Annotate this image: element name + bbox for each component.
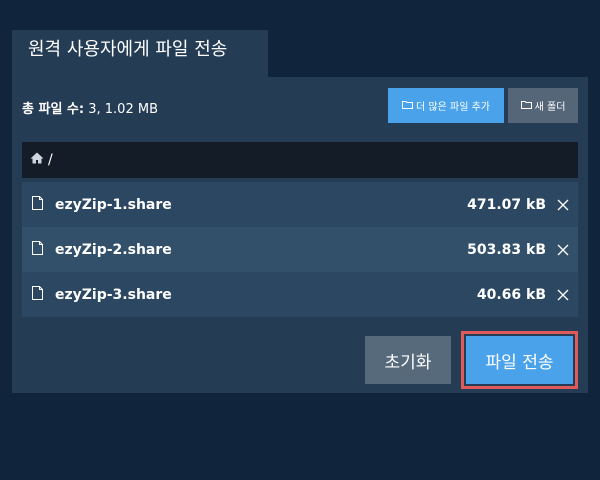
file-row[interactable]: ezyZip-1.share 471.07 kB [22, 182, 578, 227]
folder-icon [402, 100, 414, 112]
file-icon [32, 285, 43, 304]
file-size: 471.07 kB [467, 196, 546, 213]
current-path: / [48, 152, 53, 168]
close-icon[interactable] [556, 288, 570, 302]
breadcrumb: / [22, 142, 578, 178]
transfer-tab[interactable]: 원격 사용자에게 파일 전송 [12, 30, 268, 77]
summary-label: 총 파일 수: [22, 102, 85, 117]
file-summary: 총 파일 수: 3, 1.02 MB [22, 98, 158, 117]
close-icon[interactable] [556, 243, 570, 257]
close-icon[interactable] [556, 198, 570, 212]
send-button-highlight: 파일 전송 [461, 331, 578, 389]
file-row[interactable]: ezyZip-3.share 40.66 kB [22, 272, 578, 317]
reset-label: 초기화 [384, 352, 432, 373]
add-more-files-label: 더 많은 파일 추가 [416, 102, 490, 113]
new-folder-label: 새 폴더 [534, 102, 566, 113]
file-icon [32, 240, 43, 259]
home-icon[interactable] [30, 152, 44, 168]
file-name: ezyZip-1.share [55, 196, 172, 213]
add-more-files-button[interactable]: 더 많은 파일 추가 [388, 88, 504, 123]
tab-title: 원격 사용자에게 파일 전송 [28, 39, 228, 60]
file-size: 40.66 kB [476, 286, 546, 303]
file-icon [32, 195, 43, 214]
file-row[interactable]: ezyZip-2.share 503.83 kB [22, 227, 578, 272]
file-size: 503.83 kB [467, 241, 546, 258]
file-name: ezyZip-3.share [55, 286, 172, 303]
reset-button[interactable]: 초기화 [365, 336, 451, 384]
send-files-button[interactable]: 파일 전송 [466, 336, 573, 384]
new-folder-button[interactable]: 새 폴더 [508, 88, 578, 123]
transfer-panel: 총 파일 수: 3, 1.02 MB 더 많은 파일 추가 새 폴더 / ezy… [12, 77, 588, 393]
send-files-label: 파일 전송 [485, 352, 554, 373]
folder-icon [520, 100, 532, 112]
summary-value: 3, 1.02 MB [88, 102, 158, 117]
file-name: ezyZip-2.share [55, 241, 172, 258]
